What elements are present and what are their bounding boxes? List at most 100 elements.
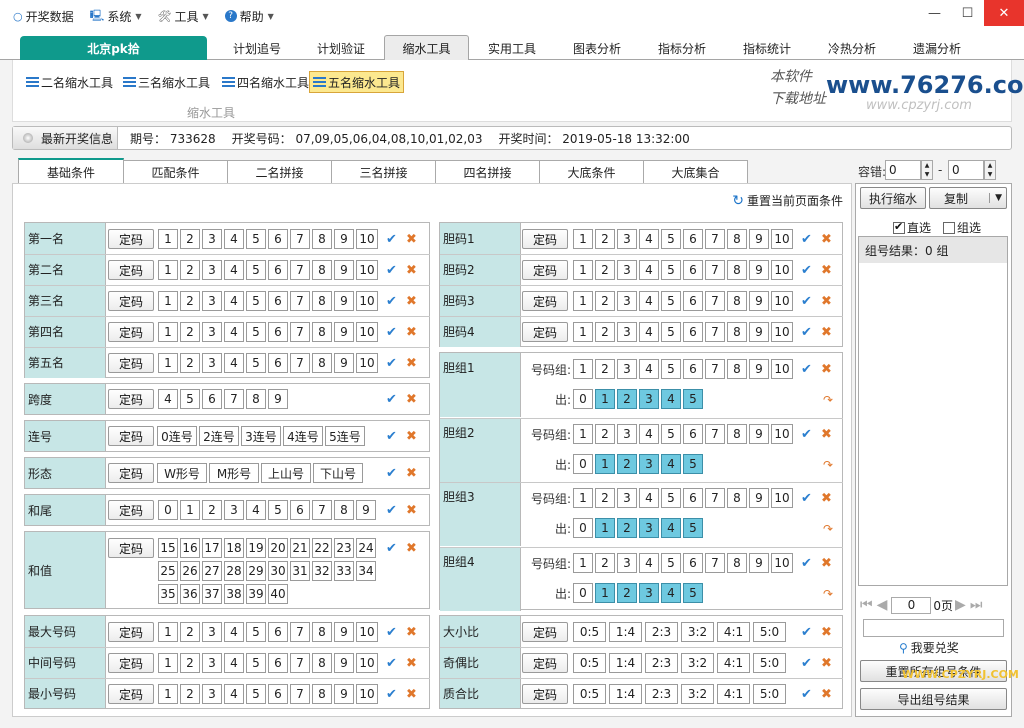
danma-num[interactable]: 9 bbox=[749, 291, 769, 311]
extreme-num[interactable]: 10 bbox=[356, 622, 378, 642]
danzu-group-num[interactable]: 2 bbox=[595, 552, 615, 573]
extreme-num[interactable]: 9 bbox=[334, 622, 354, 642]
sum-num[interactable]: 25 bbox=[158, 561, 178, 581]
danzu-group-num[interactable]: 1 bbox=[573, 552, 593, 573]
dingma-button[interactable]: 定码 bbox=[522, 229, 568, 249]
dingma-button[interactable]: 定码 bbox=[108, 291, 154, 311]
sum-tail-num[interactable]: 0 bbox=[158, 500, 178, 520]
position-num[interactable]: 8 bbox=[312, 260, 332, 280]
dingma-button[interactable]: 定码 bbox=[108, 426, 154, 446]
danma-num[interactable]: 10 bbox=[771, 291, 793, 311]
danzu-group-num[interactable]: 3 bbox=[617, 488, 637, 508]
sum-num[interactable]: 16 bbox=[180, 538, 200, 558]
tool-0[interactable]: 二名缩水工具 bbox=[23, 71, 116, 93]
extreme-num[interactable]: 9 bbox=[334, 653, 354, 673]
danzu-group-num[interactable]: 5 bbox=[661, 552, 681, 573]
ratio-option[interactable]: 0:5 bbox=[573, 622, 606, 642]
ratio-option[interactable]: 3:2 bbox=[681, 622, 714, 642]
cross-icon[interactable]: ✖ bbox=[821, 491, 832, 506]
cross-icon[interactable]: ✖ bbox=[406, 294, 417, 309]
danma-num[interactable]: 5 bbox=[661, 322, 681, 342]
direct-select-checkbox[interactable]: 直选 bbox=[893, 219, 931, 236]
lottery-link[interactable]: ⚲ 我要兑奖 bbox=[899, 639, 959, 656]
extreme-num[interactable]: 8 bbox=[312, 622, 332, 642]
check-icon[interactable]: ✔ bbox=[386, 392, 397, 407]
danzu-group-num[interactable]: 10 bbox=[771, 423, 793, 444]
next-page-icon[interactable]: ▶ bbox=[955, 597, 966, 613]
danma-num[interactable]: 7 bbox=[705, 322, 725, 342]
extreme-num[interactable]: 3 bbox=[202, 653, 222, 673]
danzu-group-num[interactable]: 6 bbox=[683, 552, 703, 573]
check-icon[interactable]: ✔ bbox=[801, 687, 812, 702]
latest-draw-label[interactable]: 最新开奖信息 bbox=[13, 127, 119, 149]
position-num[interactable]: 3 bbox=[202, 229, 222, 249]
check-icon[interactable]: ✔ bbox=[386, 325, 397, 340]
danzu-group-num[interactable]: 3 bbox=[617, 552, 637, 573]
sub-tab-4[interactable]: 四名拼接 bbox=[435, 160, 540, 184]
danzu-group-num[interactable]: 10 bbox=[771, 488, 793, 508]
danzu-out-num[interactable]: 3 bbox=[639, 582, 659, 603]
span-num[interactable]: 6 bbox=[202, 389, 222, 409]
danzu-group-num[interactable]: 8 bbox=[727, 423, 747, 444]
span-num[interactable]: 8 bbox=[246, 389, 266, 409]
dingma-button[interactable]: 定码 bbox=[108, 389, 154, 409]
sum-num[interactable]: 26 bbox=[180, 561, 200, 581]
sum-num[interactable]: 39 bbox=[246, 584, 266, 604]
danzu-group-num[interactable]: 6 bbox=[683, 488, 703, 508]
check-icon[interactable]: ✔ bbox=[386, 625, 397, 640]
danma-num[interactable]: 4 bbox=[639, 322, 659, 342]
cross-icon[interactable]: ✖ bbox=[406, 687, 417, 702]
position-num[interactable]: 8 bbox=[312, 291, 332, 311]
minimize-button[interactable]: — bbox=[918, 0, 951, 26]
position-num[interactable]: 3 bbox=[202, 260, 222, 280]
consecutive-option[interactable]: 2连号 bbox=[199, 426, 239, 446]
danzu-group-num[interactable]: 7 bbox=[705, 423, 725, 444]
position-num[interactable]: 6 bbox=[268, 353, 288, 373]
tool-1[interactable]: 三名缩水工具 bbox=[120, 71, 213, 93]
extreme-num[interactable]: 5 bbox=[246, 684, 266, 704]
danma-num[interactable]: 7 bbox=[705, 291, 725, 311]
danzu-group-num[interactable]: 3 bbox=[617, 359, 637, 379]
sum-tail-num[interactable]: 5 bbox=[268, 500, 288, 520]
extreme-num[interactable]: 9 bbox=[334, 684, 354, 704]
danzu-group-num[interactable]: 10 bbox=[771, 359, 793, 379]
danma-num[interactable]: 9 bbox=[749, 260, 769, 280]
danzu-out-num[interactable]: 4 bbox=[661, 453, 681, 474]
position-num[interactable]: 1 bbox=[158, 260, 178, 280]
check-icon[interactable]: ✔ bbox=[801, 427, 812, 442]
danzu-group-num[interactable]: 2 bbox=[595, 359, 615, 379]
span-num[interactable]: 9 bbox=[268, 389, 288, 409]
ratio-option[interactable]: 5:0 bbox=[753, 684, 786, 704]
extreme-num[interactable]: 10 bbox=[356, 653, 378, 673]
dingma-button[interactable]: 定码 bbox=[108, 322, 154, 342]
danzu-group-num[interactable]: 4 bbox=[639, 488, 659, 508]
danzu-group-num[interactable]: 6 bbox=[683, 423, 703, 444]
dingma-button[interactable]: 定码 bbox=[108, 463, 154, 483]
main-tab-6[interactable]: 指标分析 bbox=[640, 36, 724, 60]
sub-tab-6[interactable]: 大底集合 bbox=[643, 160, 748, 184]
main-tab-1[interactable]: 计划追号 bbox=[216, 36, 298, 60]
dingma-button[interactable]: 定码 bbox=[108, 229, 154, 249]
sub-tab-0[interactable]: 基础条件 bbox=[18, 158, 124, 184]
position-num[interactable]: 10 bbox=[356, 353, 378, 373]
check-icon[interactable]: ✔ bbox=[386, 232, 397, 247]
check-icon[interactable]: ✔ bbox=[801, 362, 812, 377]
extreme-num[interactable]: 8 bbox=[312, 653, 332, 673]
dingma-button[interactable]: 定码 bbox=[522, 622, 568, 642]
danma-num[interactable]: 8 bbox=[727, 229, 747, 249]
extreme-num[interactable]: 8 bbox=[312, 684, 332, 704]
danzu-out-num[interactable]: 3 bbox=[639, 389, 659, 409]
danzu-out-num[interactable]: 2 bbox=[617, 389, 637, 409]
check-icon[interactable]: ✔ bbox=[386, 429, 397, 444]
dingma-button[interactable]: 定码 bbox=[108, 622, 154, 642]
cross-icon[interactable]: ✖ bbox=[406, 325, 417, 340]
menu-2[interactable]: 🛠 工具 ▼ bbox=[157, 8, 208, 25]
extreme-num[interactable]: 4 bbox=[224, 684, 244, 704]
dingma-button[interactable]: 定码 bbox=[108, 353, 154, 373]
dingma-button[interactable]: 定码 bbox=[522, 322, 568, 342]
danzu-out-num[interactable]: 0 bbox=[573, 453, 593, 474]
danzu-group-num[interactable]: 5 bbox=[661, 423, 681, 444]
sum-num[interactable]: 38 bbox=[224, 584, 244, 604]
cross-icon[interactable]: ✖ bbox=[406, 656, 417, 671]
share-icon[interactable]: ↷ bbox=[823, 458, 833, 472]
